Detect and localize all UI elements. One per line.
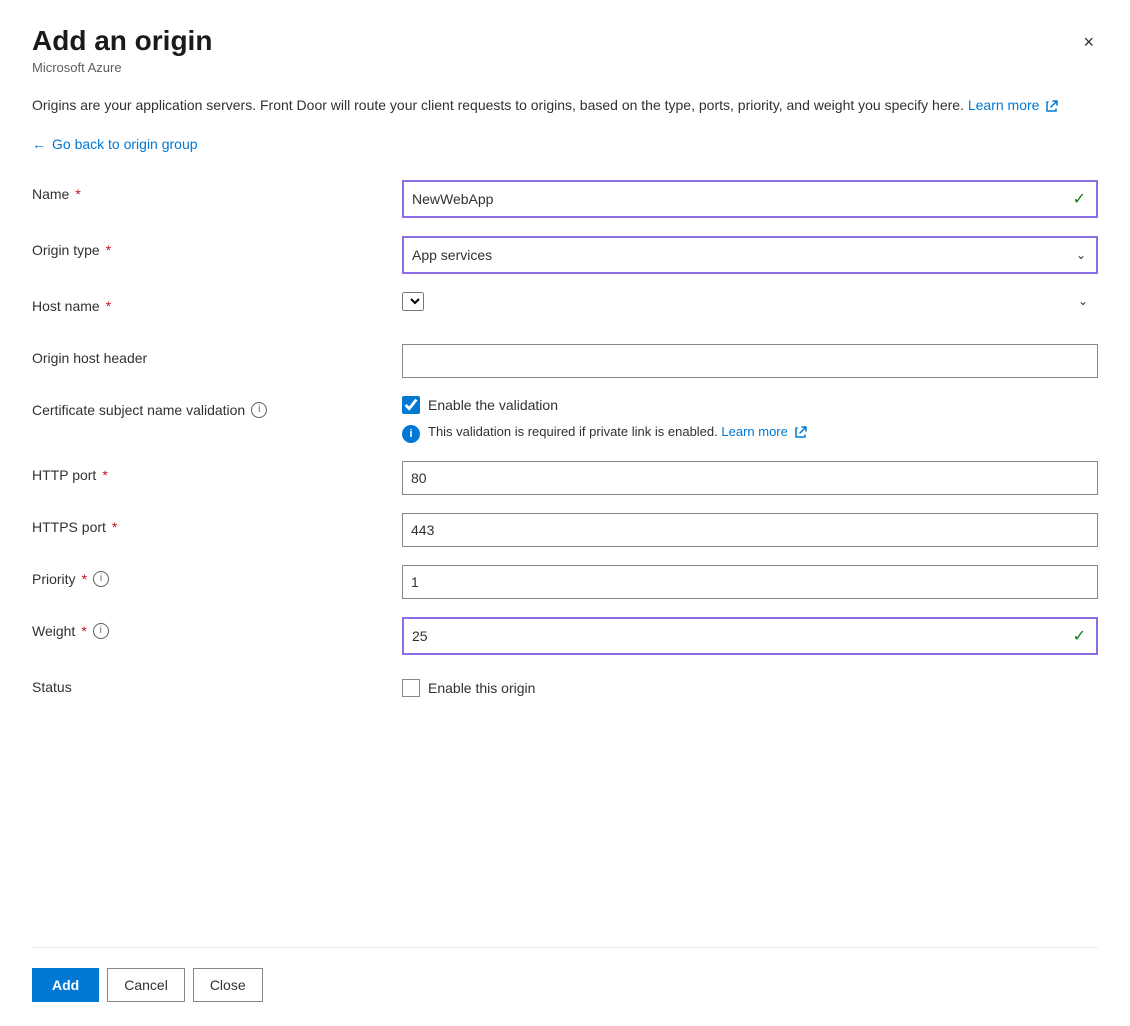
origin-host-header-control <box>402 344 1098 378</box>
cert-validation-checkbox-row: Enable the validation <box>402 396 1098 414</box>
footer-divider <box>32 947 1098 948</box>
priority-required-star: * <box>82 571 87 587</box>
description-text: Origins are your application servers. Fr… <box>32 95 1092 116</box>
origin-type-control: App services Storage Cloud service Custo… <box>402 236 1098 274</box>
origin-host-header-label: Origin host header <box>32 344 402 366</box>
learn-more-link[interactable]: Learn more <box>968 97 1058 113</box>
name-required-star: * <box>75 186 80 202</box>
origin-type-select[interactable]: App services Storage Cloud service Custo… <box>404 238 1096 272</box>
host-name-label: Host name * <box>32 292 402 314</box>
origin-type-wrapper: App services Storage Cloud service Custo… <box>402 236 1098 274</box>
host-name-row: Host name * ⌄ <box>32 292 1098 326</box>
add-origin-dialog: Add an origin Microsoft Azure × Origins … <box>0 0 1130 1026</box>
learn-more-label: Learn more <box>968 97 1040 113</box>
origin-host-header-row: Origin host header <box>32 344 1098 378</box>
cert-learn-more-link[interactable]: Learn more <box>721 424 806 439</box>
status-checkbox[interactable] <box>402 679 420 697</box>
dialog-subtitle: Microsoft Azure <box>32 60 212 75</box>
priority-control <box>402 565 1098 599</box>
origin-type-required-star: * <box>106 242 111 258</box>
name-label: Name * <box>32 180 402 202</box>
back-to-origin-group-link[interactable]: ← Go back to origin group <box>32 136 198 152</box>
cancel-button[interactable]: Cancel <box>107 968 185 1002</box>
back-arrow-icon: ← <box>32 136 46 152</box>
https-port-row: HTTPS port * <box>32 513 1098 547</box>
priority-info-icon[interactable]: i <box>93 571 109 587</box>
weight-check-icon: ✓ <box>1073 626 1086 646</box>
name-input[interactable] <box>404 182 1096 216</box>
priority-label: Priority * i <box>32 565 402 587</box>
dialog-header: Add an origin Microsoft Azure × <box>32 24 1098 75</box>
weight-row: Weight * i ✓ <box>32 617 1098 655</box>
close-dialog-button[interactable]: Close <box>193 968 263 1002</box>
http-port-label: HTTP port * <box>32 461 402 483</box>
cert-validation-control: Enable the validation i This validation … <box>402 396 1098 443</box>
https-port-label: HTTPS port * <box>32 513 402 535</box>
weight-input[interactable] <box>404 619 1096 653</box>
status-checkbox-label[interactable]: Enable this origin <box>428 680 535 696</box>
name-input-wrapper: ✓ <box>402 180 1098 218</box>
cert-validation-checkbox-label[interactable]: Enable the validation <box>428 397 558 413</box>
cert-validation-row: Certificate subject name validation i En… <box>32 396 1098 443</box>
footer-buttons: Add Cancel Close <box>32 968 1098 1002</box>
priority-input[interactable] <box>402 565 1098 599</box>
http-port-input[interactable] <box>402 461 1098 495</box>
origin-type-row: Origin type * App services Storage Cloud… <box>32 236 1098 274</box>
weight-input-wrapper: ✓ <box>402 617 1098 655</box>
http-port-required-star: * <box>102 467 107 483</box>
host-name-select[interactable] <box>402 292 424 311</box>
cert-validation-checkbox[interactable] <box>402 396 420 414</box>
origin-host-header-input[interactable] <box>402 344 1098 378</box>
weight-required-star: * <box>81 623 86 639</box>
https-port-required-star: * <box>112 519 117 535</box>
origin-type-label: Origin type * <box>32 236 402 258</box>
name-row: Name * ✓ <box>32 180 1098 218</box>
dialog-title: Add an origin <box>32 24 212 58</box>
priority-row: Priority * i <box>32 565 1098 599</box>
host-name-chevron-icon: ⌄ <box>1078 294 1088 308</box>
https-port-control <box>402 513 1098 547</box>
add-button[interactable]: Add <box>32 968 99 1002</box>
https-port-input[interactable] <box>402 513 1098 547</box>
close-button[interactable]: × <box>1079 28 1098 57</box>
title-block: Add an origin Microsoft Azure <box>32 24 212 75</box>
name-control: ✓ <box>402 180 1098 218</box>
weight-info-icon[interactable]: i <box>93 623 109 639</box>
cert-learn-more-label: Learn more <box>721 424 787 439</box>
cert-external-link-icon <box>795 426 807 438</box>
host-name-control: ⌄ <box>402 292 1098 311</box>
cert-info-circle-icon: i <box>402 425 420 443</box>
host-name-required-star: * <box>106 298 111 314</box>
status-row: Status Enable this origin <box>32 673 1098 707</box>
description-main: Origins are your application servers. Fr… <box>32 97 964 113</box>
form-body: Name * ✓ Origin type * App services <box>32 180 1098 923</box>
cert-validation-info: i This validation is required if private… <box>402 424 1098 443</box>
cert-validation-info-icon[interactable]: i <box>251 402 267 418</box>
weight-label: Weight * i <box>32 617 402 639</box>
http-port-row: HTTP port * <box>32 461 1098 495</box>
cert-info-text: This validation is required if private l… <box>428 424 807 439</box>
external-link-icon <box>1046 100 1058 112</box>
status-control: Enable this origin <box>402 673 1098 697</box>
cert-validation-label: Certificate subject name validation i <box>32 396 402 418</box>
back-link-label: Go back to origin group <box>52 136 198 152</box>
name-check-icon: ✓ <box>1073 189 1086 209</box>
host-name-select-wrapper: ⌄ <box>402 292 1098 311</box>
weight-control: ✓ <box>402 617 1098 655</box>
status-label: Status <box>32 673 402 695</box>
http-port-control <box>402 461 1098 495</box>
status-checkbox-wrapper: Enable this origin <box>402 673 1098 697</box>
